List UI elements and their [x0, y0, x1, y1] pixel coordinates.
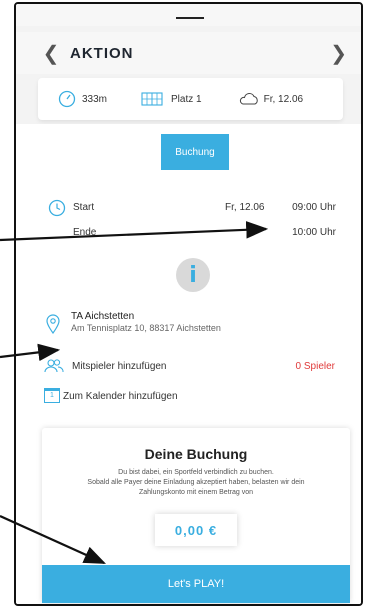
cloud-icon	[239, 92, 258, 105]
chevron-left-icon[interactable]: ❮	[36, 41, 66, 66]
main-content: Buchung Start Fr, 12.06 09:00 Uhr Ende 1…	[16, 124, 361, 604]
info-icon[interactable]: i	[176, 258, 210, 292]
location-name: TA Aichstetten	[71, 311, 135, 322]
lets-play-button[interactable]: Let's PLAY!	[42, 565, 350, 603]
start-row: Start Fr, 12.06 09:00 Uhr	[16, 199, 361, 217]
add-players-label: Mitspieler hinzufügen	[72, 361, 167, 372]
add-calendar-row[interactable]: 1 Zum Kalender hinzufügen	[16, 387, 361, 407]
chevron-right-icon[interactable]: ❯	[330, 41, 347, 66]
booking-card-title: Deine Buchung	[144, 446, 248, 462]
booking-card-body: Du bist dabei, ein Sportfeld verbindlich…	[52, 468, 340, 498]
start-label: Start	[73, 202, 95, 213]
clock-icon	[48, 199, 66, 217]
court-item: Platz 1	[141, 92, 202, 106]
page-title: AKTION	[70, 44, 134, 62]
users-icon	[44, 359, 64, 373]
end-row: Ende 10:00 Uhr	[16, 224, 361, 242]
add-calendar-label: Zum Kalender hinzufügen	[63, 391, 178, 402]
location-address: Am Tennisplatz 10, 88317 Aichstetten	[71, 323, 221, 333]
end-time: 10:00 Uhr	[292, 227, 336, 238]
court-icon	[141, 92, 163, 106]
end-label: Ende	[73, 227, 97, 238]
body-line-1: Du bist dabei, ein Sportfeld verbindlich…	[118, 469, 274, 476]
add-players-row[interactable]: Mitspieler hinzufügen 0 Spieler	[16, 357, 361, 377]
body-line-2: Sobald alle Payer deine Einladung akzept…	[87, 479, 305, 486]
weather-item: Fr, 12.06	[238, 92, 303, 106]
speedometer-icon	[58, 90, 76, 108]
drag-handle[interactable]	[176, 17, 204, 19]
distance-item: 333m	[58, 90, 107, 108]
body-line-3: Zahlungskonto mit einem Betrag von	[138, 489, 253, 496]
status-bar	[16, 4, 361, 26]
start-time: 09:00 Uhr	[292, 202, 336, 213]
price-display: 0,00 €	[155, 514, 237, 546]
court-value: Platz 1	[171, 93, 202, 105]
location-pin-icon	[46, 314, 60, 334]
calendar-icon: 1	[44, 388, 60, 403]
weather-date: Fr, 12.06	[263, 93, 304, 105]
phone-frame: ❮ AKTION ❯ 333m Platz 1 Fr, 12.06 Buchun…	[14, 2, 363, 606]
player-count: 0 Spieler	[295, 361, 335, 372]
booking-button[interactable]: Buchung	[161, 134, 229, 170]
start-date: Fr, 12.06	[225, 202, 265, 213]
booking-summary-card: Deine Buchung Du bist dabei, ein Sportfe…	[42, 428, 350, 603]
summary-card: 333m Platz 1 Fr, 12.06	[38, 78, 343, 120]
distance-value: 333m	[82, 93, 108, 105]
app-header: ❮ AKTION ❯	[16, 32, 361, 74]
